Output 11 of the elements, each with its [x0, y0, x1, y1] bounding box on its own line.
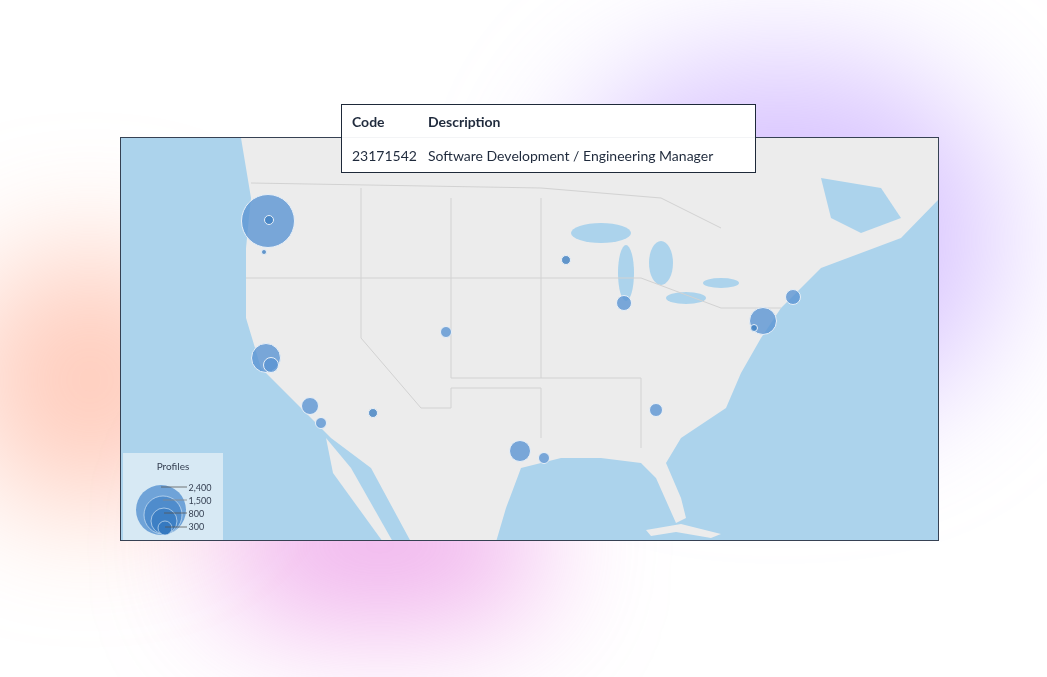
legend-label: 1,500 [188, 494, 212, 507]
column-header: Code [351, 111, 386, 132]
legend-label: 800 [188, 507, 206, 520]
table-cell-text: Software Development / Engineering Manager [428, 145, 715, 166]
table-cell-text: 23171542 [351, 145, 418, 166]
bubble-marker [561, 255, 571, 265]
bubble-marker [368, 408, 378, 418]
legend-label: 2,400 [188, 481, 212, 494]
legend-label: 300 [188, 520, 206, 533]
legend-title: Profiles [156, 461, 190, 471]
column-header: Description [428, 111, 502, 132]
